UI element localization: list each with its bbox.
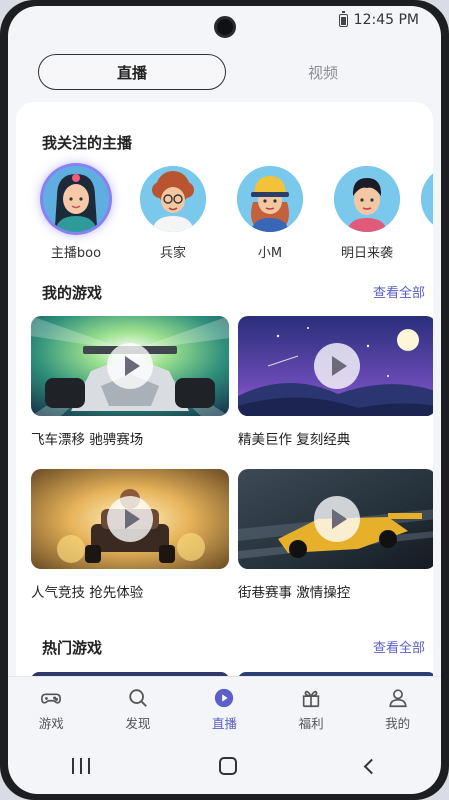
- nav-games[interactable]: 游戏: [16, 677, 86, 736]
- anchor-item[interactable]: 明日来袭: [332, 166, 402, 261]
- nav-label: 我的: [385, 716, 411, 731]
- hot-games-title: 热门游戏: [42, 639, 103, 657]
- front-camera: [214, 16, 236, 38]
- status-bar: 12:45 PM: [8, 6, 441, 38]
- my-games-title: 我的游戏: [42, 284, 103, 302]
- gift-icon: [302, 690, 320, 708]
- anchor-item-partial[interactable]: [421, 166, 433, 232]
- home-icon[interactable]: [218, 757, 237, 775]
- game-thumbnail[interactable]: [31, 469, 229, 569]
- system-nav-bar: [8, 738, 441, 794]
- nav-label: 发现: [125, 716, 151, 731]
- play-icon[interactable]: [314, 343, 360, 389]
- status-time: 12:45 PM: [353, 12, 419, 28]
- recent-apps-icon[interactable]: [72, 758, 91, 774]
- game-card[interactable]: 街巷赛事 激情操控: [238, 469, 433, 601]
- play-icon[interactable]: [107, 343, 153, 389]
- game-thumbnail[interactable]: [31, 316, 229, 416]
- avatar[interactable]: [140, 166, 206, 232]
- game-card[interactable]: 飞车漂移 驰骋赛场: [31, 316, 229, 448]
- game-card-title: 街巷赛事 激情操控: [238, 585, 351, 601]
- anchor-item[interactable]: 兵家: [138, 166, 208, 261]
- play-icon[interactable]: [107, 496, 153, 542]
- avatar[interactable]: [421, 166, 433, 232]
- anchor-item[interactable]: 主播boo: [41, 166, 111, 261]
- play-circle-icon: [215, 688, 234, 708]
- game-thumbnail[interactable]: [238, 469, 433, 569]
- hot-games-more-link[interactable]: 查看全部: [373, 637, 425, 656]
- screen: 12:45 PM 直播 视频 我关注的主播 主播boo 兵家 小M 明日来袭 我…: [8, 6, 441, 794]
- game-card-title: 人气竞技 抢先体验: [31, 585, 144, 601]
- anchor-name: 明日来袭: [340, 246, 393, 261]
- phone-frame: 12:45 PM 直播 视频 我关注的主播 主播boo 兵家 小M 明日来袭 我…: [0, 0, 449, 800]
- top-tabs: 直播 视频: [8, 52, 441, 92]
- followed-anchors-title: 我关注的主播: [42, 134, 133, 152]
- game-card[interactable]: 人气竞技 抢先体验: [31, 469, 229, 601]
- status-indicators: 12:45 PM: [338, 10, 419, 28]
- tab-live[interactable]: 直播: [38, 54, 226, 90]
- game-card-title: 精美巨作 复刻经典: [238, 432, 351, 448]
- gamepad-icon: [41, 693, 62, 704]
- nav-discover[interactable]: 发现: [103, 677, 173, 736]
- game-card[interactable]: 精美巨作 复刻经典: [238, 316, 433, 448]
- nav-label: 直播: [211, 716, 237, 731]
- my-games-more-link[interactable]: 查看全部: [373, 282, 425, 301]
- search-icon: [129, 689, 147, 707]
- tab-video[interactable]: 视频: [298, 54, 348, 90]
- bottom-nav: 游戏 发现 直播 福利 我的: [8, 676, 441, 736]
- avatar[interactable]: [43, 166, 109, 232]
- avatar[interactable]: [237, 166, 303, 232]
- nav-label: 游戏: [38, 716, 64, 731]
- nav-benefits[interactable]: 福利: [276, 677, 346, 736]
- avatar[interactable]: [334, 166, 400, 232]
- game-thumbnail[interactable]: [238, 316, 433, 416]
- anchor-name: 主播boo: [50, 246, 102, 261]
- anchor-item[interactable]: 小M: [235, 166, 305, 261]
- anchor-name: 兵家: [159, 246, 186, 261]
- back-icon[interactable]: [363, 758, 379, 774]
- anchor-name: 小M: [257, 246, 283, 261]
- user-icon: [388, 689, 407, 708]
- game-card-title: 飞车漂移 驰骋赛场: [31, 432, 144, 448]
- main-content: 我关注的主播 主播boo 兵家 小M 明日来袭 我的游戏 查看全部 飞车漂移 驰…: [16, 102, 433, 676]
- play-icon[interactable]: [314, 496, 360, 542]
- nav-label: 福利: [298, 716, 324, 731]
- nav-me[interactable]: 我的: [363, 677, 433, 736]
- nav-live[interactable]: 直播: [189, 677, 259, 736]
- battery-icon: [338, 10, 348, 27]
